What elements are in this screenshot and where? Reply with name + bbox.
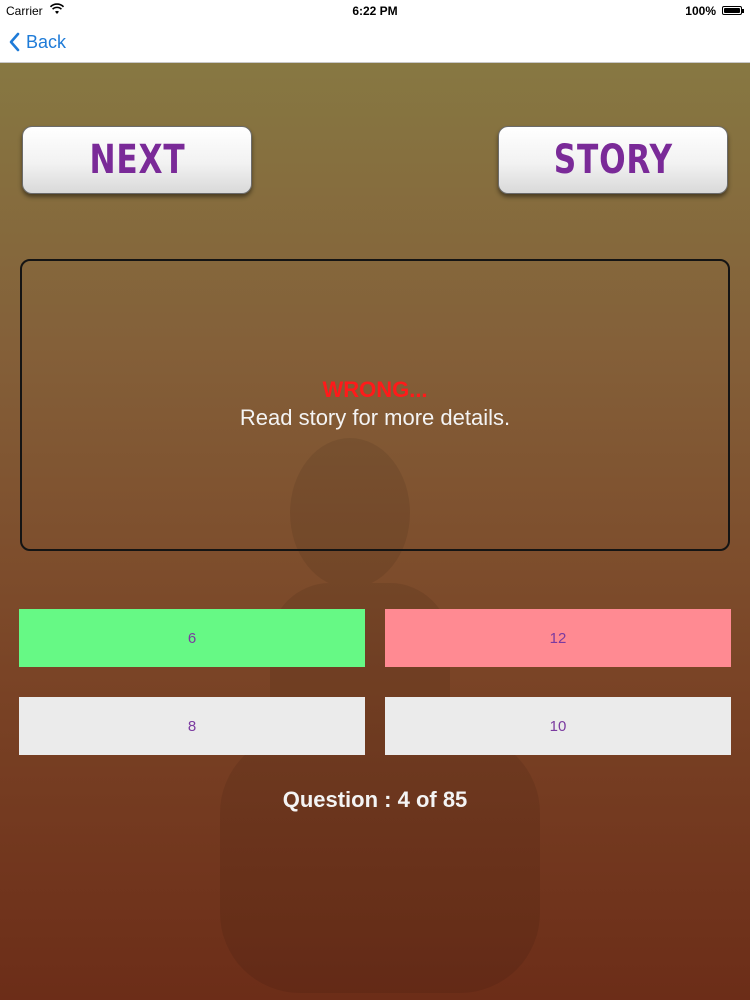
answer-option[interactable]: 8 bbox=[19, 697, 365, 755]
back-label: Back bbox=[26, 31, 67, 52]
answer-option[interactable]: 10 bbox=[385, 697, 731, 755]
next-button[interactable]: NEXT bbox=[22, 126, 252, 194]
question-counter: Question : 4 of 85 bbox=[282, 787, 468, 812]
answer-option-correct[interactable]: 6 bbox=[19, 609, 365, 667]
answer-label: 8 bbox=[187, 717, 197, 735]
next-button-label: NEXT bbox=[89, 137, 185, 183]
quiz-screen: NEXT STORY WRONG... Read story for more … bbox=[0, 63, 750, 1000]
answer-label: 12 bbox=[549, 629, 567, 647]
chevron-left-icon bbox=[9, 32, 20, 52]
back-button[interactable]: Back bbox=[8, 30, 66, 54]
result-title: WRONG... bbox=[322, 377, 428, 402]
status-bar: Carrier 6:22 PM 100% bbox=[0, 0, 750, 22]
story-button-label: STORY bbox=[553, 137, 673, 183]
result-detail: Read story for more details. bbox=[239, 405, 511, 430]
battery-icon bbox=[722, 6, 744, 15]
result-message-box: WRONG... Read story for more details. bbox=[20, 259, 730, 551]
story-button[interactable]: STORY bbox=[498, 126, 728, 194]
answer-label: 10 bbox=[549, 717, 567, 735]
battery-percent: 100% bbox=[685, 4, 716, 18]
status-time: 6:22 PM bbox=[352, 4, 398, 18]
answer-option-wrong[interactable]: 12 bbox=[385, 609, 731, 667]
answer-label: 6 bbox=[187, 629, 197, 647]
navigation-bar: Back bbox=[0, 22, 750, 63]
